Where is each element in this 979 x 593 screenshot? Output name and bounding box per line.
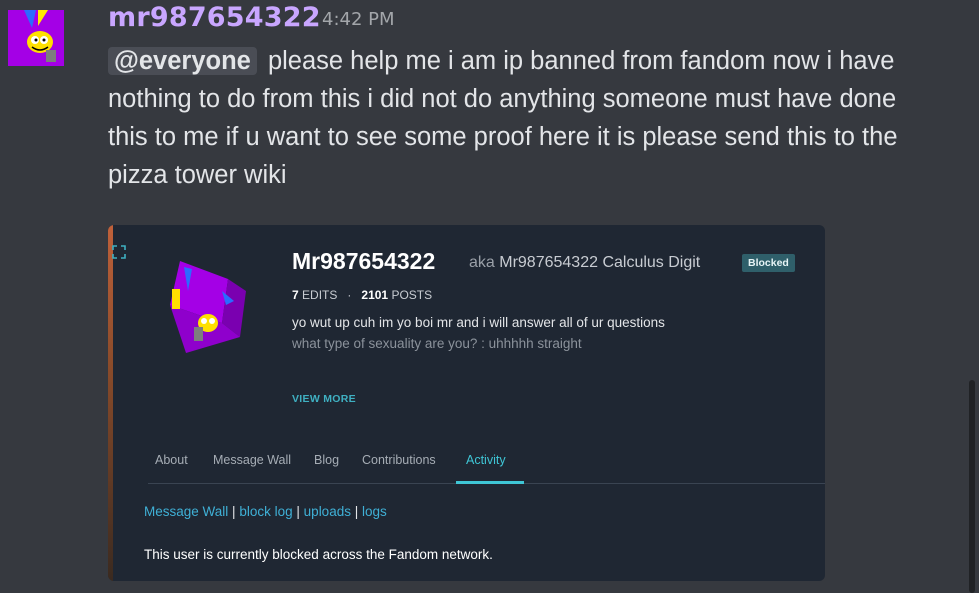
aka-name: Mr987654322 Calculus Digit [499, 254, 701, 271]
link-separator: | [354, 504, 359, 519]
image-left-strip [108, 225, 113, 581]
profile-aka: aka Mr987654322 Calculus Digit [469, 254, 700, 272]
username[interactable]: mr987654322 [108, 2, 321, 33]
avatar-image [8, 10, 64, 66]
message-timestamp[interactable]: 4:42 PM [322, 9, 395, 30]
link-logs[interactable]: logs [362, 504, 387, 519]
blocked-badge: Blocked [742, 254, 795, 272]
avatar[interactable] [8, 10, 64, 66]
expand-icon[interactable] [112, 245, 126, 259]
posts-label: POSTS [391, 288, 433, 302]
link-message-wall[interactable]: Message Wall [144, 504, 228, 519]
aka-label: aka [469, 254, 495, 271]
profile-cube-image [170, 261, 246, 353]
tab-activity[interactable]: Activity [466, 453, 506, 467]
view-more-link[interactable]: VIEW MORE [292, 393, 356, 405]
activity-links: Message Wall | block log | uploads | log… [144, 504, 387, 519]
tab-message-wall[interactable]: Message Wall [213, 453, 291, 467]
edits-label: EDITS [302, 288, 338, 302]
bio-line-2: what type of sexuality are you? : uhhhhh… [292, 336, 582, 351]
link-separator: | [296, 504, 300, 519]
message-content: @everyone please help me i am ip banned … [108, 42, 938, 194]
scrollbar[interactable] [969, 380, 975, 593]
profile-stats: 7 EDITS · 2101 POSTS [292, 288, 432, 302]
blocked-notice: This user is currently blocked across th… [144, 547, 493, 562]
profile-name: Mr987654322 [292, 248, 436, 274]
active-tab-indicator [456, 481, 524, 484]
posts-count: 2101 [361, 288, 389, 302]
link-separator: | [232, 504, 236, 519]
tab-contributions[interactable]: Contributions [362, 453, 436, 467]
edits-count: 7 [292, 288, 299, 302]
attached-image[interactable]: Mr987654322 aka Mr987654322 Calculus Dig… [108, 225, 825, 581]
bio-line-1: yo wut up cuh im yo boi mr and i will an… [292, 315, 665, 330]
tab-blog[interactable]: Blog [314, 453, 339, 467]
link-block-log[interactable]: block log [239, 504, 292, 519]
tab-about[interactable]: About [155, 453, 188, 467]
link-uploads[interactable]: uploads [304, 504, 351, 519]
profile-tabs: About Message Wall Blog Contributions Ac… [148, 443, 825, 484]
everyone-mention[interactable]: @everyone [108, 47, 257, 75]
stats-separator: · [347, 288, 352, 302]
